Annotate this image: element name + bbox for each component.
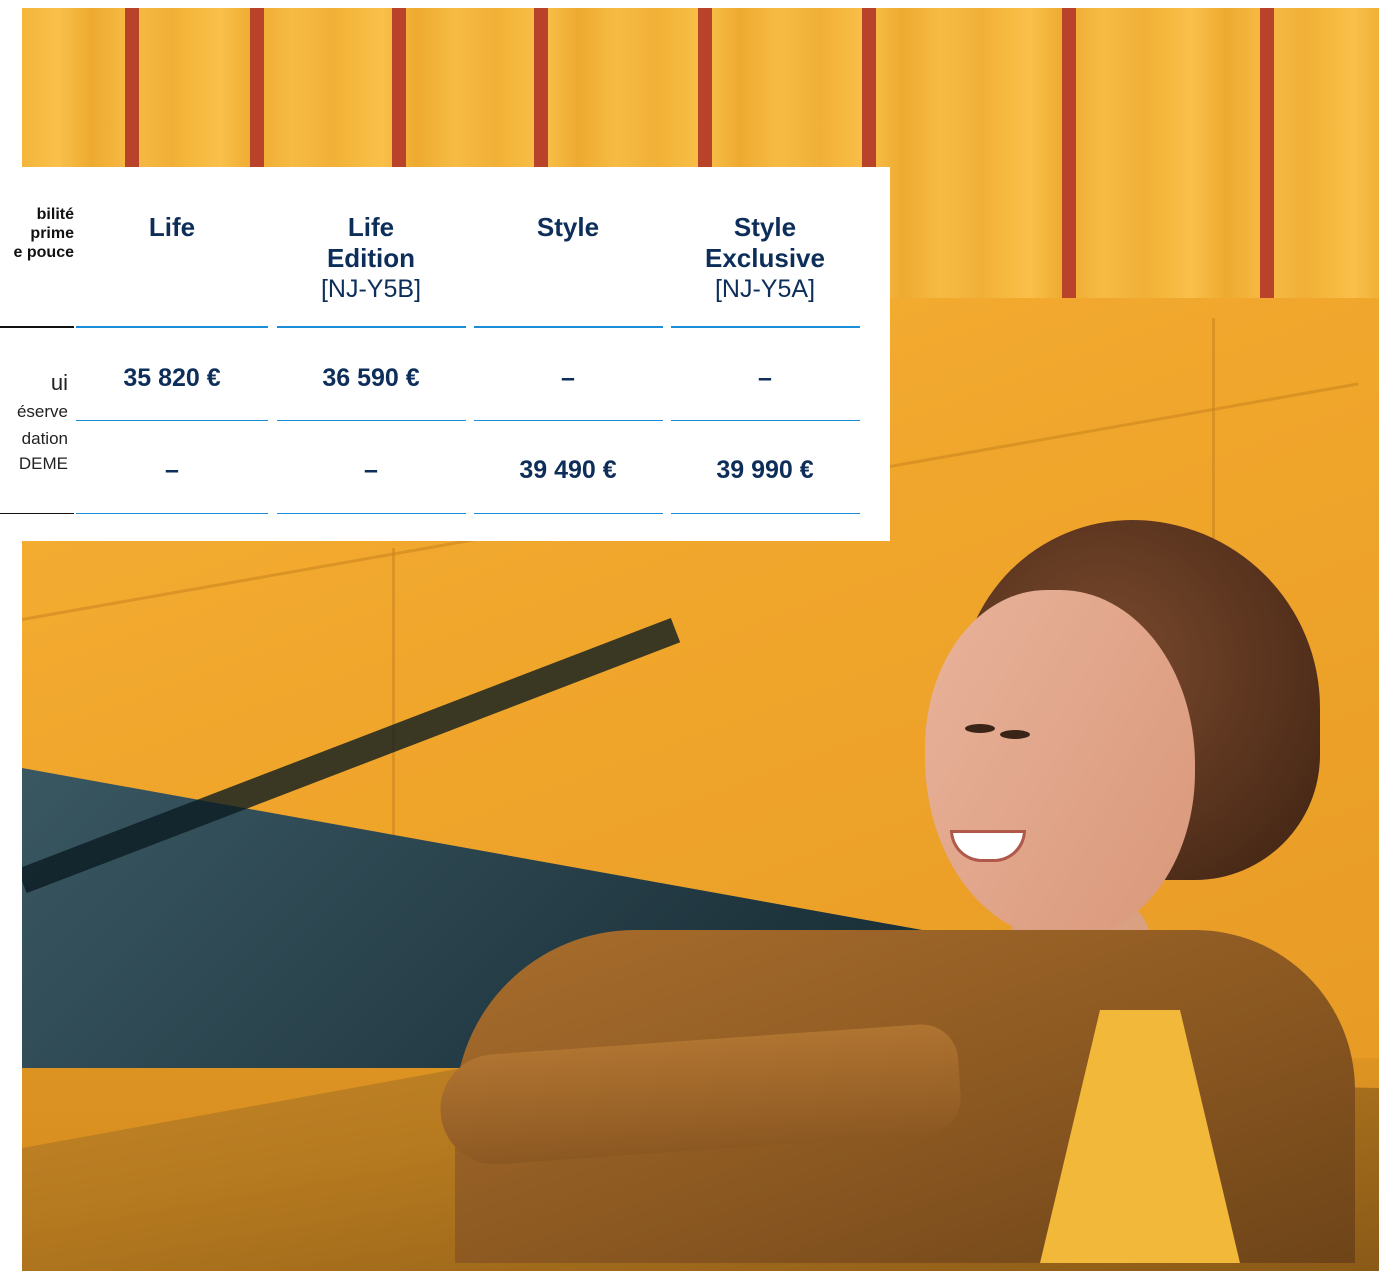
row-divider: [671, 513, 860, 514]
person-eye: [1000, 730, 1030, 739]
row-divider: [277, 420, 466, 421]
row-header-label: bilité prime e pouce: [0, 205, 74, 262]
column-header-style-exclusive: Style Exclusive [NJ-Y5A]: [670, 212, 860, 305]
header-divider-left: [0, 326, 74, 328]
row-divider: [277, 513, 466, 514]
column-name: Style: [536, 212, 600, 242]
person-eye: [965, 724, 995, 733]
row-divider: [76, 513, 268, 514]
column-code: [NJ-Y5B]: [320, 275, 422, 303]
row-divider-left: [0, 513, 74, 514]
column-name: Life: [148, 212, 196, 242]
price-cell: –: [561, 364, 575, 392]
column-header-life: Life: [75, 212, 269, 243]
row-label-sub: DEME: [18, 454, 68, 473]
price-cell: –: [364, 456, 378, 484]
red-stripe: [1260, 8, 1274, 308]
row-label-sub: éserve: [16, 402, 68, 421]
header-divider: [76, 326, 268, 328]
column-header-style: Style: [473, 212, 663, 243]
header-divider: [277, 326, 466, 328]
price-cell: 36 590 €: [322, 364, 420, 392]
price-cell: 39 990 €: [716, 456, 814, 484]
price-cell: 39 490 €: [519, 456, 617, 484]
price-table: bilité prime e pouce Life Life Edition […: [0, 167, 890, 541]
row-label-sub: dation: [21, 429, 68, 448]
price-cell: –: [165, 456, 179, 484]
row-label-main: ui: [50, 370, 68, 395]
price-cell: 35 820 €: [123, 364, 221, 392]
row-divider: [474, 420, 663, 421]
row-divider: [671, 420, 860, 421]
row-header-line: bilité: [36, 206, 74, 223]
row-header-line: e pouce: [13, 244, 74, 261]
row-header-line: prime: [30, 225, 74, 242]
column-name: Exclusive: [705, 243, 825, 273]
column-name: Life: [347, 212, 395, 242]
row-divider: [76, 420, 268, 421]
column-code: [NJ-Y5A]: [714, 275, 816, 303]
column-name: Style: [733, 212, 797, 242]
price-cell: –: [758, 364, 772, 392]
red-stripe: [1062, 8, 1076, 308]
column-name: Edition: [326, 243, 416, 273]
column-header-life-edition: Life Edition [NJ-Y5B]: [276, 212, 466, 305]
header-divider: [671, 326, 860, 328]
header-divider: [474, 326, 663, 328]
row-divider: [474, 513, 663, 514]
